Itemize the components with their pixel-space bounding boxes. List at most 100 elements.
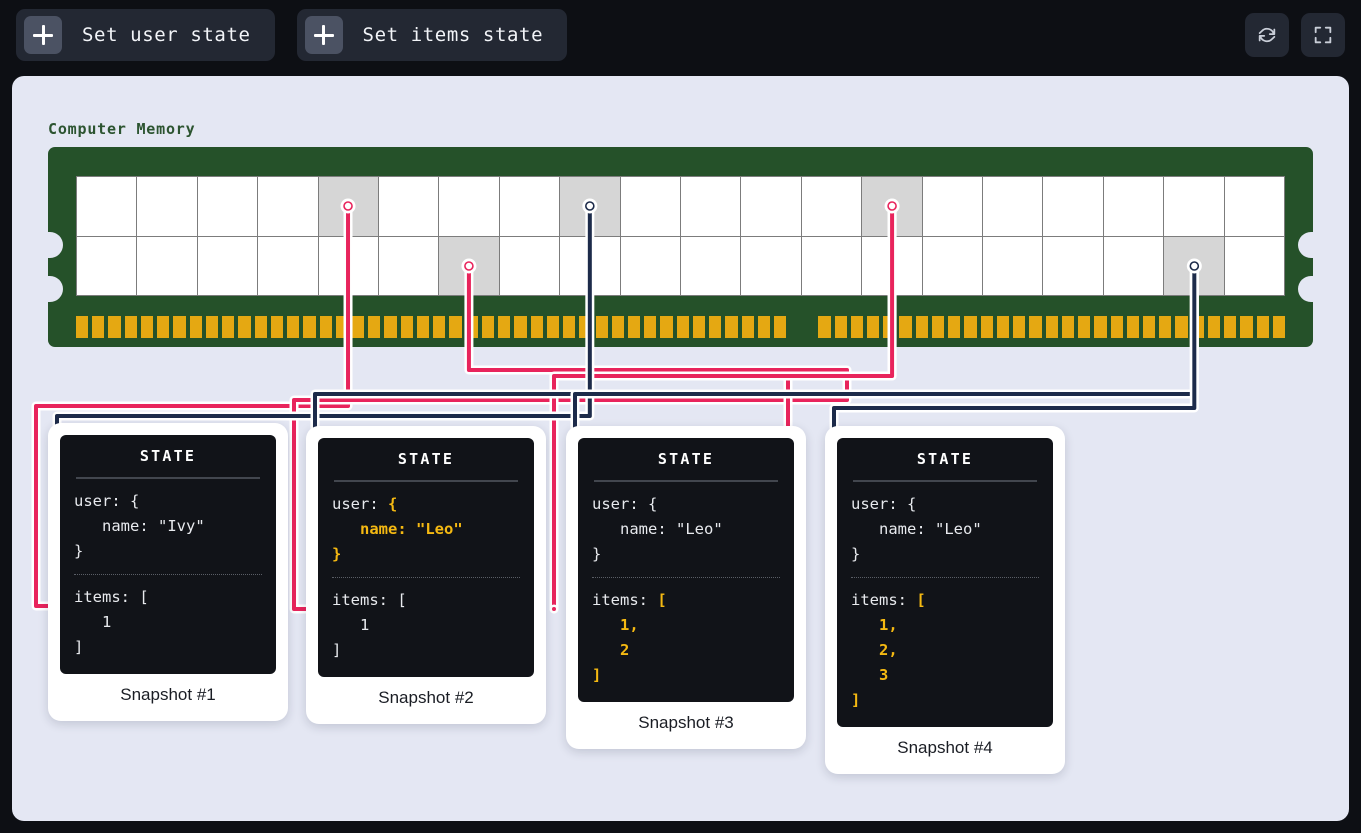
state-separator bbox=[592, 577, 780, 578]
memory-cell-free[interactable] bbox=[198, 177, 257, 236]
memory-cell-free[interactable] bbox=[258, 237, 317, 296]
memory-cell-free[interactable] bbox=[741, 237, 800, 296]
user-open-brace: { bbox=[130, 492, 139, 510]
contact-pin bbox=[255, 316, 267, 338]
contact-pin bbox=[92, 316, 104, 338]
state-box: STATE user: { name: "Ivy" } items: [ 1 ] bbox=[60, 435, 276, 674]
memory-cell-free[interactable] bbox=[77, 177, 136, 236]
memory-cell-occupied[interactable] bbox=[560, 177, 619, 236]
memory-cell-free[interactable] bbox=[1043, 237, 1102, 296]
contact-pin bbox=[222, 316, 234, 338]
memory-cell-free[interactable] bbox=[983, 237, 1042, 296]
items-values: 1, 2, 3 bbox=[851, 616, 898, 684]
memory-cell-free[interactable] bbox=[1043, 177, 1102, 236]
memory-cell-free[interactable] bbox=[560, 237, 619, 296]
user-code-block: user: { name: "Leo" } bbox=[318, 492, 534, 567]
contact-pin bbox=[157, 316, 169, 338]
contact-pin bbox=[742, 316, 754, 338]
memory-cell-free[interactable] bbox=[741, 177, 800, 236]
state-separator bbox=[74, 574, 262, 575]
memory-cell-free[interactable] bbox=[1225, 177, 1284, 236]
items-key: items: bbox=[592, 591, 657, 609]
refresh-icon bbox=[1256, 24, 1278, 46]
contact-pin bbox=[916, 316, 928, 338]
memory-cell-free[interactable] bbox=[258, 177, 317, 236]
state-divider bbox=[334, 480, 518, 482]
items-code-block: items: [ 1 ] bbox=[318, 588, 534, 663]
contact-pin bbox=[899, 316, 911, 338]
contact-pin bbox=[1078, 316, 1090, 338]
items-open-bracket: [ bbox=[139, 588, 148, 606]
snapshot-card[interactable]: STATE user: { name: "Ivy" } items: [ 1 ]… bbox=[48, 423, 288, 721]
snapshot-label: Snapshot #3 bbox=[638, 713, 733, 733]
memory-cell-free[interactable] bbox=[500, 237, 559, 296]
memory-cell-free[interactable] bbox=[1104, 177, 1163, 236]
memory-cell-free[interactable] bbox=[923, 237, 982, 296]
user-name-line: name: "Leo" bbox=[332, 520, 463, 538]
memory-cell-free[interactable] bbox=[379, 237, 438, 296]
snapshot-card[interactable]: STATE user: { name: "Leo" } items: [ 1, … bbox=[825, 426, 1065, 774]
memory-module bbox=[48, 147, 1313, 347]
memory-cell-free[interactable] bbox=[862, 237, 921, 296]
set-items-state-button[interactable]: Set items state bbox=[297, 9, 568, 61]
memory-cell-occupied[interactable] bbox=[319, 177, 378, 236]
memory-label: Computer Memory bbox=[48, 120, 195, 138]
items-key: items: bbox=[332, 591, 397, 609]
memory-cell-free[interactable] bbox=[802, 177, 861, 236]
state-divider bbox=[594, 480, 778, 482]
contact-pin bbox=[693, 316, 705, 338]
memory-cell-occupied[interactable] bbox=[862, 177, 921, 236]
contact-pin bbox=[1094, 316, 1106, 338]
visualization-stage: Computer Memory STATE user: { name: "Ivy… bbox=[12, 76, 1349, 821]
snapshot-card[interactable]: STATE user: { name: "Leo" } items: [ 1 ]… bbox=[306, 426, 546, 724]
memory-cell-free[interactable] bbox=[319, 237, 378, 296]
contact-pin bbox=[725, 316, 737, 338]
memory-cell-free[interactable] bbox=[983, 177, 1042, 236]
contact-pin bbox=[1046, 316, 1058, 338]
memory-cell-free[interactable] bbox=[500, 177, 559, 236]
state-box: STATE user: { name: "Leo" } items: [ 1, … bbox=[578, 438, 794, 702]
set-user-state-button[interactable]: Set user state bbox=[16, 9, 275, 61]
memory-cell-free[interactable] bbox=[439, 177, 498, 236]
memory-cell-free[interactable] bbox=[198, 237, 257, 296]
memory-cell-free[interactable] bbox=[1164, 177, 1223, 236]
memory-cell-occupied[interactable] bbox=[439, 237, 498, 296]
contact-pin bbox=[1111, 316, 1123, 338]
memory-cell-free[interactable] bbox=[802, 237, 861, 296]
items-code-block: items: [ 1 ] bbox=[60, 585, 276, 660]
contact-pin bbox=[563, 316, 575, 338]
contact-pin bbox=[384, 316, 396, 338]
contact-pin bbox=[628, 316, 640, 338]
user-code-block: user: { name: "Leo" } bbox=[578, 492, 794, 567]
memory-cell-free[interactable] bbox=[379, 177, 438, 236]
items-key: items: bbox=[74, 588, 139, 606]
snapshot-label: Snapshot #2 bbox=[378, 688, 473, 708]
contact-pin bbox=[401, 316, 413, 338]
contact-pin bbox=[1192, 316, 1204, 338]
memory-cell-free[interactable] bbox=[77, 237, 136, 296]
contact-pin bbox=[883, 316, 895, 338]
user-open-brace: { bbox=[388, 495, 397, 513]
fullscreen-button[interactable] bbox=[1301, 13, 1345, 57]
contact-pin bbox=[851, 316, 863, 338]
memory-cell-free[interactable] bbox=[1104, 237, 1163, 296]
memory-cell-free[interactable] bbox=[621, 177, 680, 236]
memory-cell-free[interactable] bbox=[137, 237, 196, 296]
memory-cell-occupied[interactable] bbox=[1164, 237, 1223, 296]
contact-pin bbox=[1273, 316, 1285, 338]
snapshot-card[interactable]: STATE user: { name: "Leo" } items: [ 1, … bbox=[566, 426, 806, 749]
contact-pin bbox=[758, 316, 770, 338]
toolbar: Set user state Set items state bbox=[0, 0, 1361, 70]
module-notch bbox=[1298, 232, 1313, 258]
items-values: 1 bbox=[332, 616, 369, 634]
memory-cell-free[interactable] bbox=[137, 177, 196, 236]
reset-button[interactable] bbox=[1245, 13, 1289, 57]
memory-cell-free[interactable] bbox=[681, 177, 740, 236]
contact-pin bbox=[579, 316, 591, 338]
items-open-bracket: [ bbox=[397, 591, 406, 609]
memory-cell-free[interactable] bbox=[923, 177, 982, 236]
memory-cell-free[interactable] bbox=[621, 237, 680, 296]
memory-cell-free[interactable] bbox=[1225, 237, 1284, 296]
snapshot-label: Snapshot #4 bbox=[897, 738, 992, 758]
memory-cell-free[interactable] bbox=[681, 237, 740, 296]
